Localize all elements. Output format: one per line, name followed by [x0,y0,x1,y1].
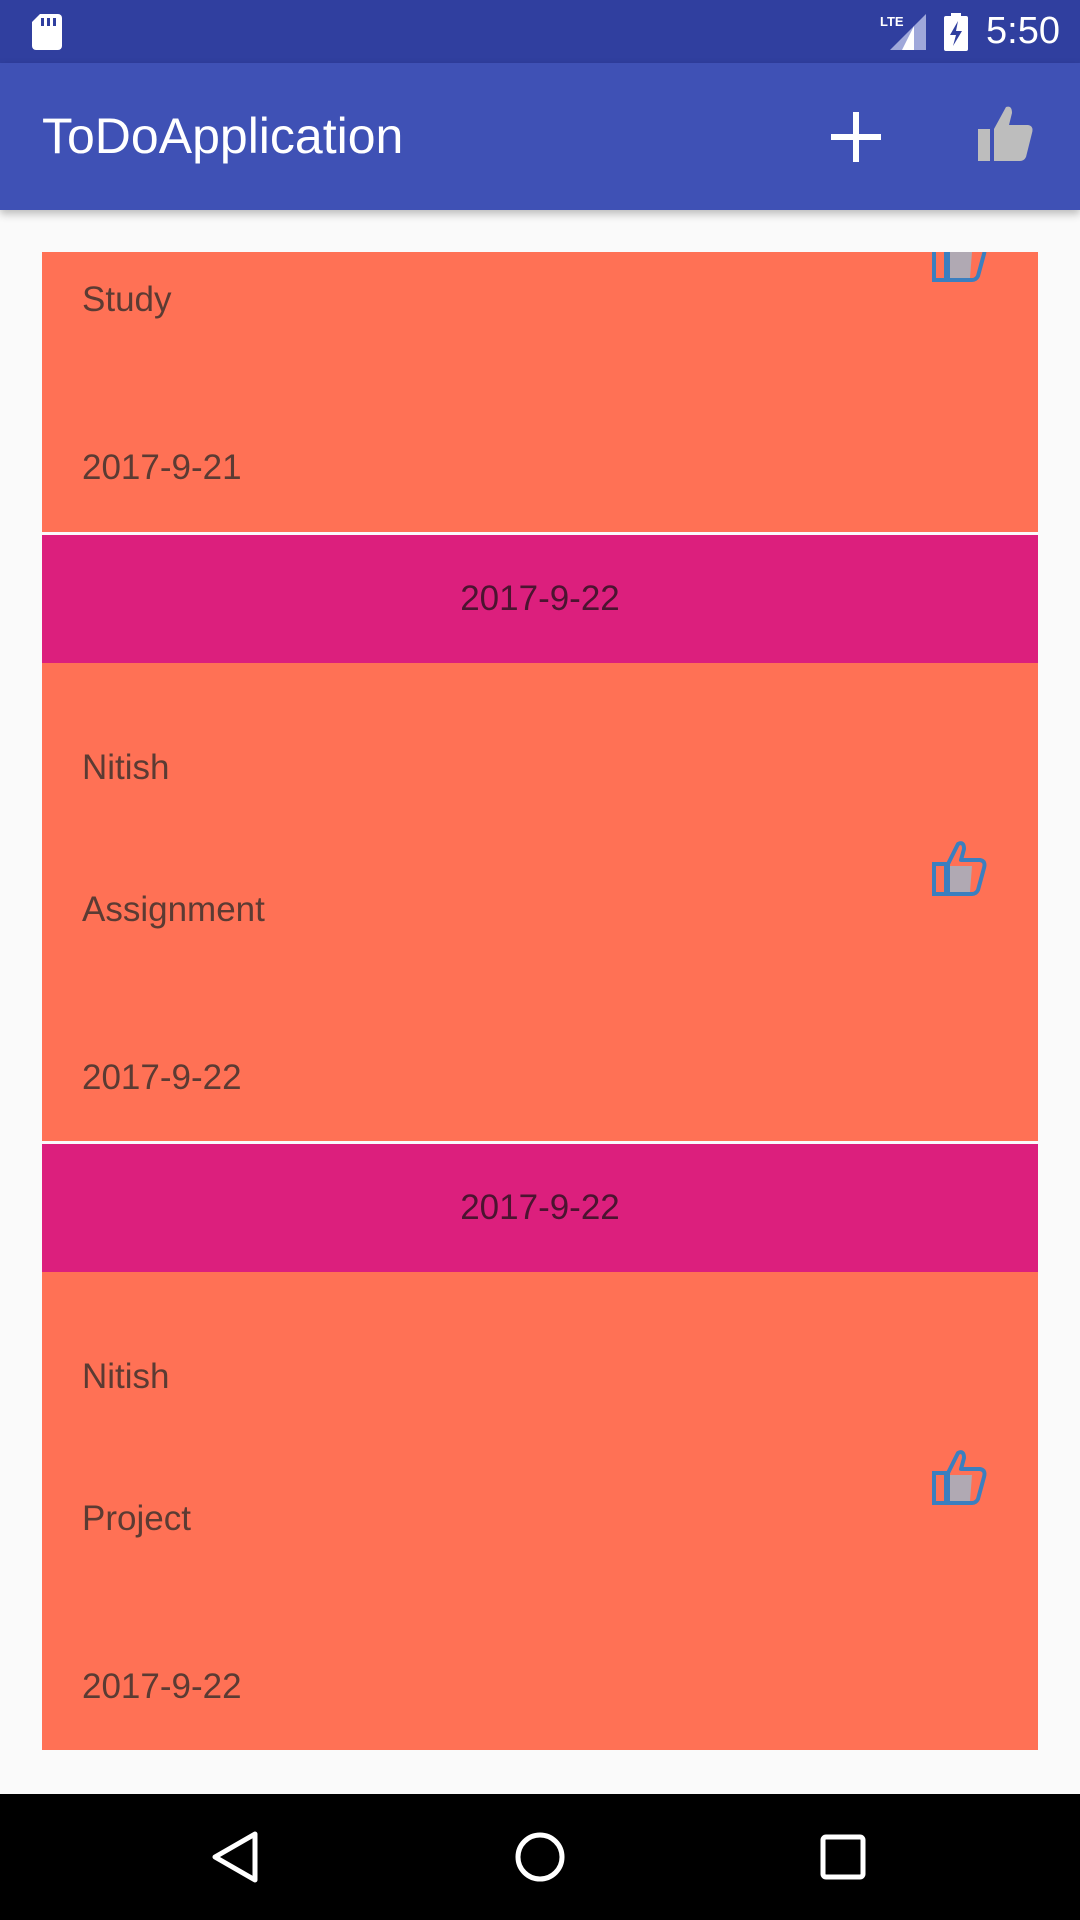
date-header: 2017-9-22 [42,1144,1038,1272]
thumbs-up-icon[interactable] [976,103,1036,165]
list-item[interactable]: Nitish Assignment 2017-9-22 [42,663,1038,1141]
thumbs-up-icon[interactable] [930,252,988,284]
status-time: 5:50 [986,10,1060,52]
circle-home-icon[interactable] [505,1822,575,1892]
item-task: Project [82,1499,191,1538]
item-name: Nitish [82,1357,170,1396]
app-title: ToDoApplication [42,108,404,164]
item-task: Assignment [82,890,265,929]
status-bar: LTE 5:50 [0,0,1080,63]
plus-icon[interactable] [826,107,886,167]
date-header: 2017-9-22 [42,535,1038,663]
thumbs-up-icon[interactable] [930,838,988,898]
todo-list[interactable]: Study 2017-9-21 2017-9-22 Nitish Assignm… [42,252,1038,1752]
sd-card-icon [32,14,62,50]
item-task: Study [82,280,172,319]
navigation-bar [0,1794,1080,1920]
thumbs-up-icon[interactable] [930,1447,988,1507]
square-recents-icon[interactable] [808,1822,878,1892]
header-date: 2017-9-22 [460,579,620,618]
header-date: 2017-9-22 [460,1188,620,1227]
item-name: Nitish [82,748,170,787]
list-item[interactable]: Nitish Project 2017-9-22 [42,1272,1038,1750]
list-item[interactable]: Study 2017-9-21 [42,252,1038,532]
network-label: LTE [880,14,904,29]
item-date: 2017-9-21 [82,448,242,487]
item-date: 2017-9-22 [82,1058,242,1097]
item-date: 2017-9-22 [82,1667,242,1706]
battery-charging-icon [944,12,969,51]
app-bar: ToDoApplication [0,63,1080,210]
triangle-back-icon[interactable] [201,1822,271,1892]
lte-signal-icon: LTE [880,13,927,50]
